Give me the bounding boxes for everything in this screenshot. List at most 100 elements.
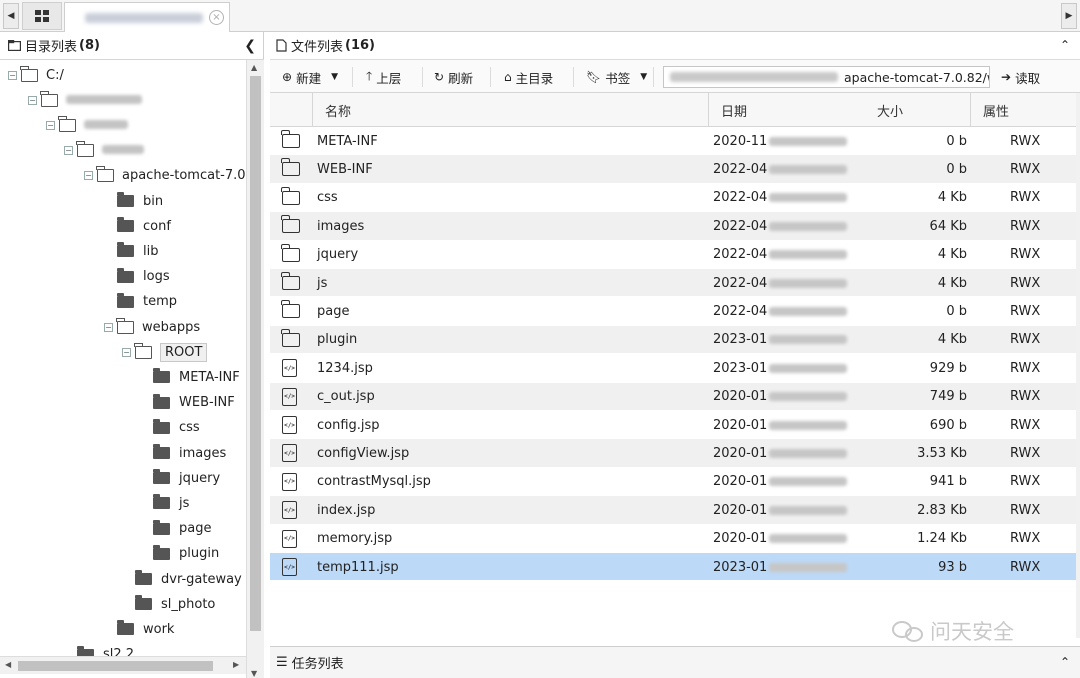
- tree-node[interactable]: lib: [104, 239, 158, 263]
- collapse-toggle-icon[interactable]: −: [84, 171, 93, 181]
- file-attr: RWX: [1010, 531, 1041, 547]
- collapse-toggle-icon[interactable]: −: [64, 146, 73, 156]
- tree-node[interactable]: WEB-INF: [140, 391, 235, 415]
- file-icon-cell: </>: [282, 411, 302, 439]
- file-table-header: 名称 日期 大小 属性: [270, 93, 1080, 127]
- collapse-toggle-icon[interactable]: −: [28, 95, 37, 105]
- tree-node[interactable]: page: [140, 517, 211, 541]
- refresh-button[interactable]: ↻ 刷新: [434, 67, 473, 87]
- tab-scroll-left-button[interactable]: ◀: [3, 3, 19, 29]
- column-header-attr[interactable]: 属性: [970, 93, 1076, 127]
- file-row[interactable]: </> configView.jsp 2020-01 3.53 Kb RWX: [270, 439, 1076, 468]
- tree-node[interactable]: sl_photo: [122, 592, 215, 616]
- tree-node[interactable]: logs: [104, 265, 170, 289]
- tree-node-label: js: [179, 495, 190, 511]
- file-row[interactable]: </> 1234.jsp 2023-01 929 b RWX: [270, 354, 1076, 383]
- tree-scroll-thumb[interactable]: [250, 76, 261, 631]
- file-row[interactable]: </> config.jsp 2020-01 690 b RWX: [270, 411, 1076, 440]
- tree-node-label: logs: [143, 269, 170, 285]
- file-row[interactable]: </> contrastMysql.jsp 2020-01 941 b RWX: [270, 468, 1076, 497]
- file-size: 93 b: [938, 559, 967, 575]
- tree-node[interactable]: − webapps: [104, 315, 200, 339]
- tree-node[interactable]: − ROOT: [122, 340, 208, 364]
- new-button[interactable]: ⊕ 新建 ▼: [282, 67, 338, 87]
- scroll-left-icon[interactable]: ◀: [5, 660, 11, 669]
- column-header-date[interactable]: 日期: [708, 93, 865, 127]
- home-button[interactable]: ⌂ 主目录: [504, 67, 553, 87]
- collapse-toggle-icon[interactable]: −: [8, 70, 17, 80]
- toolbar-divider: [352, 67, 353, 87]
- up-button[interactable]: 🡑 上层: [366, 67, 401, 87]
- file-attr: RWX: [1010, 474, 1041, 490]
- folder-icon: [281, 215, 300, 234]
- column-header-name[interactable]: 名称: [312, 93, 708, 127]
- file-row[interactable]: css 2022-04 4 Kb RWX: [270, 184, 1076, 213]
- collapse-toggle-icon[interactable]: −: [46, 120, 55, 130]
- tree-node[interactable]: dvr-gateway: [122, 567, 242, 591]
- file-row[interactable]: images 2022-04 64 Kb RWX: [270, 212, 1076, 241]
- file-date: 2023-01: [713, 326, 848, 354]
- close-icon[interactable]: ×: [209, 10, 224, 25]
- path-input[interactable]: apache-tomcat-7.0.82/we: [663, 66, 990, 88]
- folder-icon: [153, 494, 170, 510]
- collapse-toggle-icon[interactable]: −: [122, 347, 131, 357]
- folder-icon-cell: [281, 127, 302, 155]
- file-row[interactable]: </> index.jsp 2020-01 2.83 Kb RWX: [270, 496, 1076, 525]
- scroll-up-icon[interactable]: ▲: [251, 63, 257, 72]
- file-row[interactable]: plugin 2023-01 4 Kb RWX: [270, 325, 1076, 355]
- tree-node[interactable]: META-INF: [140, 365, 240, 389]
- tree-node-label: css: [179, 420, 200, 436]
- grid-icon[interactable]: [22, 2, 62, 30]
- tree-node[interactable]: −: [46, 113, 128, 137]
- scroll-down-icon[interactable]: ▼: [251, 669, 257, 678]
- file-row[interactable]: META-INF 2020-11 0 b RWX: [270, 127, 1076, 156]
- file-attr: RWX: [1010, 218, 1041, 234]
- column-header-size[interactable]: 大小: [865, 93, 970, 127]
- file-row[interactable]: </> c_out.jsp 2020-01 749 b RWX: [270, 382, 1076, 411]
- tree-node[interactable]: js: [140, 491, 189, 515]
- tree-node[interactable]: css: [140, 416, 200, 440]
- tree-node-label: images: [179, 445, 227, 461]
- file-row[interactable]: js 2022-04 4 Kb RWX: [270, 269, 1076, 298]
- file-row[interactable]: page 2022-04 0 b RWX: [270, 297, 1076, 326]
- file-size: 4 Kb: [937, 190, 967, 206]
- file-row[interactable]: WEB-INF 2022-04 0 b RWX: [270, 155, 1076, 184]
- tree-vertical-scrollbar[interactable]: ▲ ▼: [246, 60, 264, 678]
- tree-node[interactable]: −: [28, 88, 142, 112]
- file-panel: 文件列表 (16) ⌃ ⊕ 新建 ▼ 🡑 上层 ↻ 刷新 ⌂ 主目录 🔖︎ 书签…: [270, 32, 1080, 678]
- file-row[interactable]: jquery 2022-04 4 Kb RWX: [270, 241, 1076, 269]
- tree-node[interactable]: work: [104, 617, 174, 641]
- tree-node[interactable]: bin: [104, 189, 163, 213]
- file-row[interactable]: </> memory.jsp 2020-01 1.24 Kb RWX: [270, 525, 1076, 553]
- collapse-left-icon[interactable]: ❮: [244, 38, 256, 54]
- redacted-date-suffix: [769, 250, 848, 260]
- file-row[interactable]: </> temp111.jsp 2023-01 93 b RWX: [270, 553, 1076, 582]
- tab-scroll-right-button[interactable]: ▶: [1061, 3, 1077, 29]
- collapse-toggle-icon[interactable]: −: [104, 322, 113, 332]
- redacted-date-suffix: [769, 164, 848, 174]
- tree-node[interactable]: plugin: [140, 542, 219, 566]
- tree-node[interactable]: −: [64, 139, 144, 163]
- expand-task-icon[interactable]: ⌃: [1060, 655, 1070, 669]
- folder-icon-cell: [281, 184, 302, 212]
- file-size: 941 b: [929, 474, 967, 490]
- tree-node[interactable]: − C:/: [8, 63, 64, 87]
- tree-node[interactable]: temp: [104, 290, 177, 314]
- tree-node[interactable]: images: [140, 441, 226, 465]
- file-table-scrollbar[interactable]: [1076, 93, 1080, 638]
- scroll-right-icon[interactable]: ▶: [233, 660, 239, 669]
- tree-node[interactable]: jquery: [140, 466, 220, 490]
- code-file-icon: </>: [282, 416, 297, 434]
- file-date: 2020-01: [713, 468, 848, 496]
- read-button[interactable]: ➔ 读取: [1001, 67, 1040, 87]
- folder-icon-cell: [281, 241, 302, 269]
- folder-icon: [281, 243, 300, 262]
- tree-node[interactable]: conf: [104, 214, 171, 238]
- tree-horizontal-scrollbar[interactable]: ◀ ▶: [0, 656, 246, 674]
- tree-hscroll-thumb[interactable]: [18, 661, 213, 671]
- session-tab[interactable]: ×: [64, 2, 230, 32]
- bookmark-button[interactable]: 🔖︎ 书签 ▼: [586, 67, 647, 87]
- tree-node[interactable]: − apache-tomcat-7.0.8: [84, 164, 246, 188]
- collapse-up-icon[interactable]: ⌃: [1060, 38, 1070, 52]
- folder-open-icon: [58, 115, 76, 132]
